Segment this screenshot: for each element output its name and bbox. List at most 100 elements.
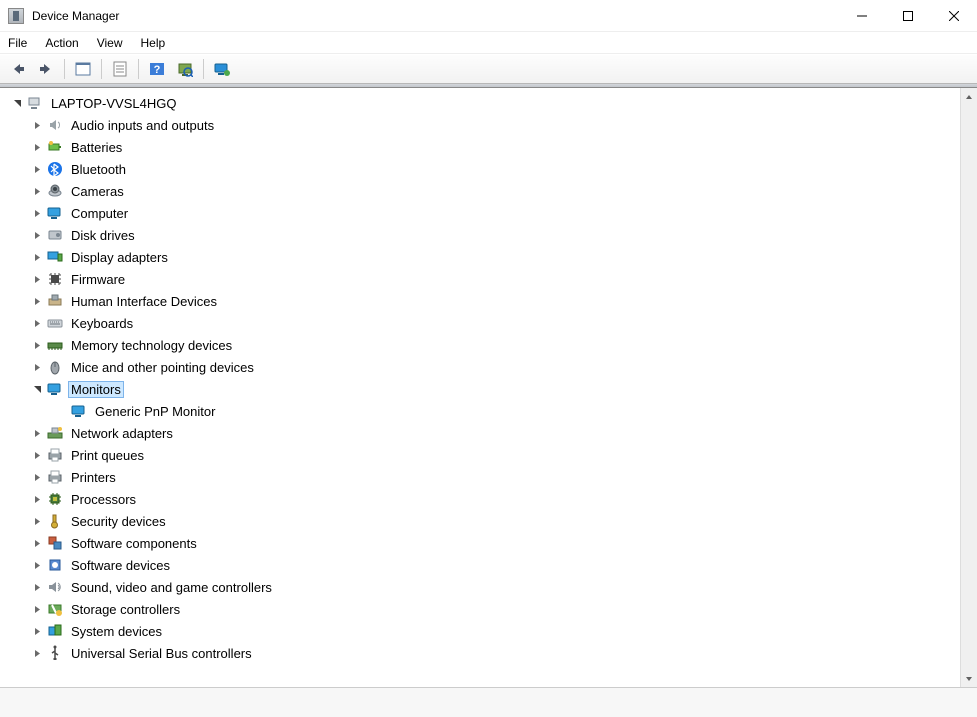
storage-icon <box>46 600 64 618</box>
tree-root-node[interactable]: LAPTOP-VVSL4HGQ <box>10 92 960 114</box>
toolbar-showhide-button[interactable] <box>71 57 95 81</box>
tree-category[interactable]: Bluetooth <box>10 158 960 180</box>
tree-category[interactable]: Firmware <box>10 268 960 290</box>
tree-category-label: Bluetooth <box>68 162 129 177</box>
tree-category[interactable]: Processors <box>10 488 960 510</box>
tree-category[interactable]: Sound, video and game controllers <box>10 576 960 598</box>
app-icon <box>8 8 24 24</box>
scroll-up-button[interactable] <box>961 88 977 105</box>
expand-toggle[interactable] <box>30 341 44 350</box>
tree-category-label: Sound, video and game controllers <box>68 580 275 595</box>
keyboard-icon <box>46 314 64 332</box>
tree-device-label: Generic PnP Monitor <box>92 404 218 419</box>
tree-category-label: Printers <box>68 470 119 485</box>
expand-toggle[interactable] <box>30 231 44 240</box>
menu-action[interactable]: Action <box>45 36 78 50</box>
tree-category[interactable]: Audio inputs and outputs <box>10 114 960 136</box>
expand-toggle[interactable] <box>30 517 44 526</box>
expand-toggle[interactable] <box>30 627 44 636</box>
toolbar-forward-button[interactable] <box>34 57 58 81</box>
expand-toggle[interactable] <box>30 187 44 196</box>
scroll-down-button[interactable] <box>961 670 977 687</box>
mouse-icon <box>46 358 64 376</box>
tree-category-label: Cameras <box>68 184 127 199</box>
expand-toggle[interactable] <box>30 275 44 284</box>
tree-category[interactable]: Network adapters <box>10 422 960 444</box>
expand-toggle[interactable] <box>30 473 44 482</box>
expand-toggle[interactable] <box>30 583 44 592</box>
tree-category-label: Print queues <box>68 448 147 463</box>
close-button[interactable] <box>931 1 977 31</box>
tree-category[interactable]: Computer <box>10 202 960 224</box>
tree-category[interactable]: Disk drives <box>10 224 960 246</box>
tree-category[interactable]: Printers <box>10 466 960 488</box>
properties-icon <box>112 61 128 77</box>
expand-toggle[interactable] <box>30 451 44 460</box>
security-icon <box>46 512 64 530</box>
vertical-scrollbar[interactable] <box>960 88 977 687</box>
tree-pane-icon <box>75 61 91 77</box>
tree-category[interactable]: Keyboards <box>10 312 960 334</box>
toolbar: ? <box>0 54 977 84</box>
tree-category[interactable]: Security devices <box>10 510 960 532</box>
network-icon <box>46 424 64 442</box>
expand-toggle[interactable] <box>30 143 44 152</box>
expand-toggle[interactable] <box>30 165 44 174</box>
tree-device[interactable]: Generic PnP Monitor <box>10 400 960 422</box>
tree-category[interactable]: Print queues <box>10 444 960 466</box>
toolbar-help-button[interactable]: ? <box>145 57 169 81</box>
minimize-button[interactable] <box>839 1 885 31</box>
maximize-button[interactable] <box>885 1 931 31</box>
expand-toggle[interactable] <box>30 539 44 548</box>
tree-category[interactable]: Storage controllers <box>10 598 960 620</box>
software-component-icon <box>46 534 64 552</box>
menu-file[interactable]: File <box>8 36 27 50</box>
expand-toggle[interactable] <box>30 605 44 614</box>
expand-toggle[interactable] <box>30 649 44 658</box>
expand-toggle[interactable] <box>30 209 44 218</box>
expand-toggle[interactable] <box>30 121 44 130</box>
hid-icon <box>46 292 64 310</box>
expand-toggle[interactable] <box>10 99 24 108</box>
tree-category[interactable]: Batteries <box>10 136 960 158</box>
expand-toggle[interactable] <box>30 429 44 438</box>
tree-category[interactable]: Universal Serial Bus controllers <box>10 642 960 664</box>
tree-category[interactable]: Mice and other pointing devices <box>10 356 960 378</box>
tree-category[interactable]: Monitors <box>10 378 960 400</box>
tree-category[interactable]: System devices <box>10 620 960 642</box>
window-title: Device Manager <box>32 9 119 23</box>
tree-category-label: Processors <box>68 492 139 507</box>
svg-text:?: ? <box>154 64 161 76</box>
tree-category[interactable]: Software components <box>10 532 960 554</box>
expand-toggle[interactable] <box>30 297 44 306</box>
tree-category-label: Human Interface Devices <box>68 294 220 309</box>
tree-category[interactable]: Software devices <box>10 554 960 576</box>
expand-toggle[interactable] <box>30 495 44 504</box>
tree-category[interactable]: Display adapters <box>10 246 960 268</box>
toolbar-properties-button[interactable] <box>108 57 132 81</box>
scroll-track[interactable] <box>961 105 977 670</box>
menu-bar: File Action View Help <box>0 32 977 54</box>
device-tree[interactable]: LAPTOP-VVSL4HGQ Audio inputs and outputs B… <box>0 88 960 687</box>
menu-view[interactable]: View <box>97 36 123 50</box>
sound-icon <box>46 578 64 596</box>
expand-toggle[interactable] <box>30 319 44 328</box>
tree-category[interactable]: Memory technology devices <box>10 334 960 356</box>
system-icon <box>46 622 64 640</box>
memory-icon <box>46 336 64 354</box>
disk-icon <box>46 226 64 244</box>
tree-category-label: Monitors <box>68 381 124 398</box>
menu-help[interactable]: Help <box>141 36 166 50</box>
tree-category[interactable]: Human Interface Devices <box>10 290 960 312</box>
tree-category-label: Audio inputs and outputs <box>68 118 217 133</box>
tree-category-label: System devices <box>68 624 165 639</box>
toolbar-back-button[interactable] <box>6 57 30 81</box>
speaker-icon <box>46 116 64 134</box>
expand-toggle[interactable] <box>30 363 44 372</box>
toolbar-monitor-action-button[interactable] <box>210 57 234 81</box>
toolbar-scan-button[interactable] <box>173 57 197 81</box>
tree-category[interactable]: Cameras <box>10 180 960 202</box>
expand-toggle[interactable] <box>30 253 44 262</box>
expand-toggle[interactable] <box>30 385 44 394</box>
expand-toggle[interactable] <box>30 561 44 570</box>
